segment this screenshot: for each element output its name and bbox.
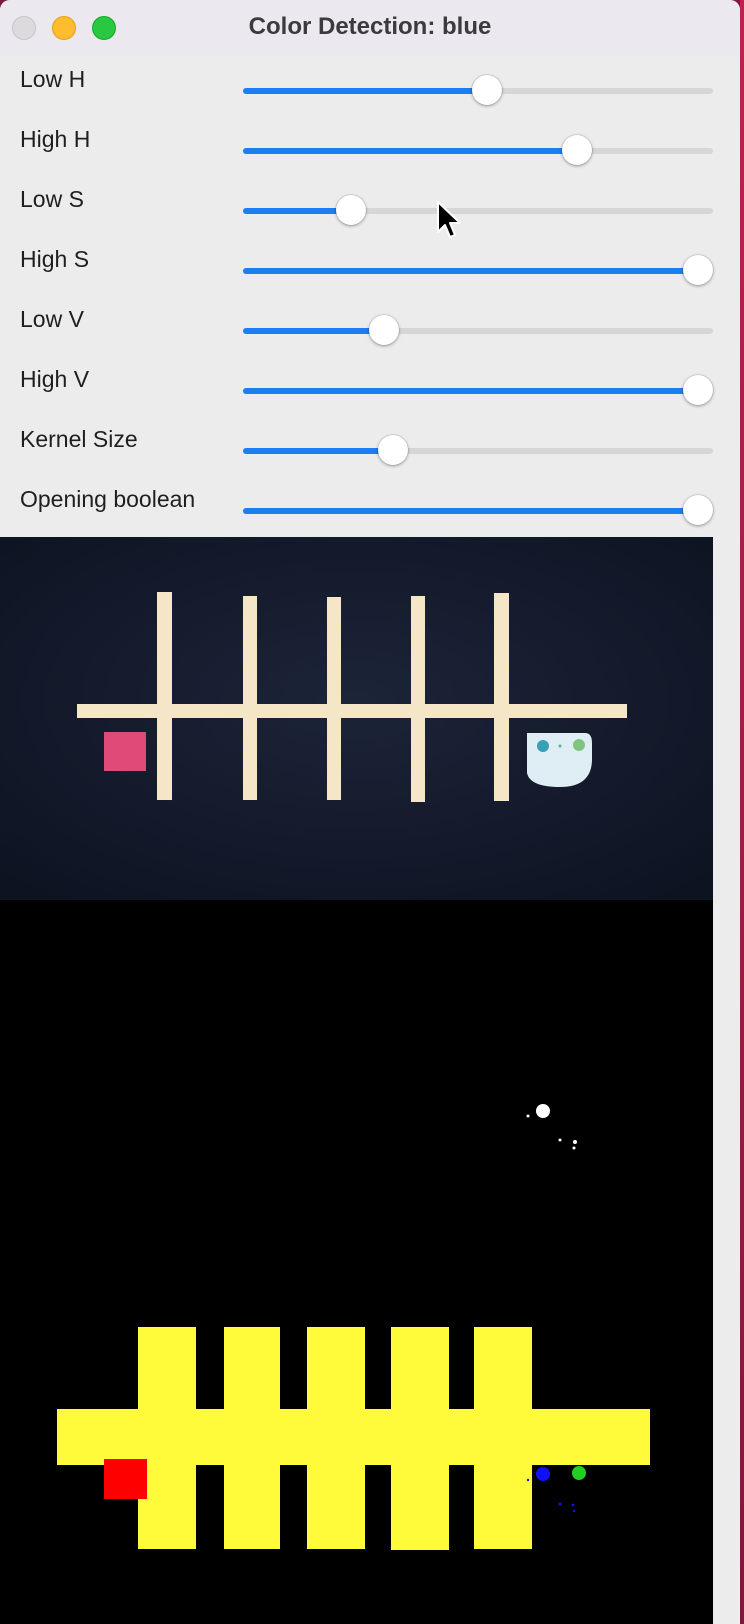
slider-row-low-s: Low S	[0, 176, 740, 236]
slider-label: Low V	[20, 306, 84, 332]
slider-row-low-v: Low V	[0, 296, 740, 356]
slider-label: Kernel Size	[20, 426, 138, 452]
slider-label: High S	[20, 246, 90, 272]
slider-label: Low H	[20, 66, 86, 92]
blue-blob	[536, 1467, 550, 1481]
pink-marker	[104, 732, 146, 771]
slider-knob[interactable]	[561, 135, 592, 165]
desktop-background-edge	[740, 0, 744, 1624]
yellow-grid-mask	[57, 1327, 650, 1550]
slider-row-high-s: High S	[0, 236, 740, 296]
noise-blobs	[526, 1104, 577, 1150]
slider-knob[interactable]	[378, 435, 409, 465]
slider-fill	[243, 208, 352, 214]
slider-knob[interactable]	[369, 315, 399, 345]
slider-row-opening-boolean: Opening boolean	[0, 476, 740, 536]
slider-track[interactable]	[243, 135, 713, 165]
green-blob	[572, 1466, 586, 1480]
slider-row-high-h: High H	[0, 116, 740, 176]
slider-track[interactable]	[243, 435, 713, 465]
slider-track[interactable]	[243, 375, 713, 405]
slider-fill	[243, 388, 698, 394]
mouse-cursor-icon	[437, 201, 461, 238]
slider-label: Opening boolean	[20, 486, 196, 512]
camera-frame	[0, 537, 713, 900]
slider-fill	[243, 88, 488, 94]
slider-fill	[243, 268, 698, 274]
slider-knob[interactable]	[683, 375, 713, 405]
slider-track[interactable]	[243, 315, 713, 345]
slider-fill	[243, 508, 698, 514]
trackbar-panel: Low H High H Low S High S Low V High V K…	[0, 56, 740, 536]
slider-knob[interactable]	[472, 75, 503, 105]
slider-fill	[243, 448, 394, 454]
slider-track[interactable]	[243, 495, 713, 525]
slider-row-high-v: High V	[0, 356, 740, 416]
robot	[527, 733, 592, 787]
slider-row-kernel-size: Kernel Size	[0, 416, 740, 476]
slider-track[interactable]	[243, 75, 713, 105]
camera-background	[0, 537, 713, 900]
slider-knob[interactable]	[336, 195, 367, 225]
slider-fill	[243, 148, 577, 154]
red-marker-mask	[104, 1459, 147, 1499]
slider-label: High V	[20, 366, 90, 392]
blue-noise	[526, 1478, 576, 1513]
title-bar[interactable]: Color Detection: blue	[0, 0, 740, 57]
app-window: Color Detection: blue Low H High H Low S…	[0, 0, 740, 1624]
slider-track[interactable]	[243, 195, 713, 225]
slider-label: Low S	[20, 186, 84, 212]
slider-label: High H	[20, 126, 91, 152]
detection-mask	[0, 900, 713, 1624]
slider-knob[interactable]	[683, 255, 713, 285]
slider-row-low-h: Low H	[0, 56, 740, 116]
slider-track[interactable]	[243, 255, 713, 285]
window-title: Color Detection: blue	[248, 13, 492, 40]
slider-knob[interactable]	[683, 495, 713, 525]
slider-fill	[243, 328, 384, 334]
